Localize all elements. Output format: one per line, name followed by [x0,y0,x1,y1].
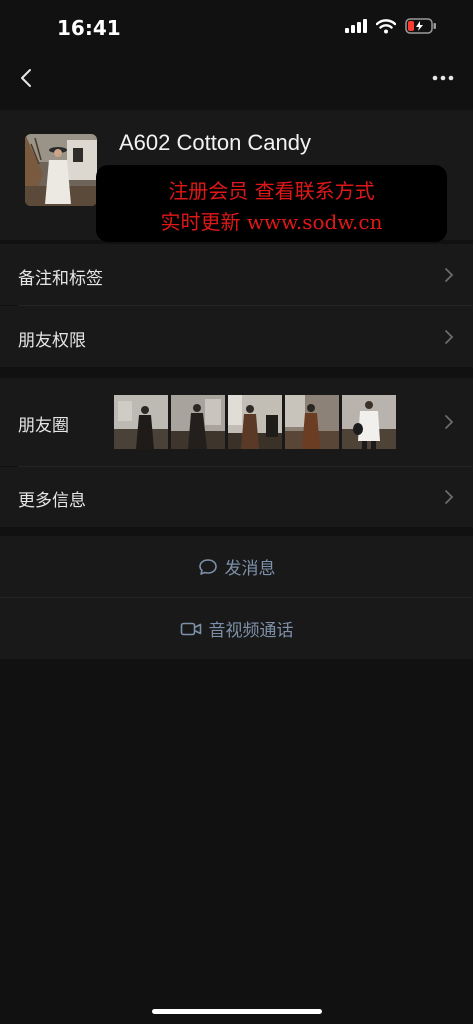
profile-header: A602 Cotton Candy 注册会员 查看联系方式 实时更新 www.s… [0,110,473,242]
home-indicator[interactable] [152,1009,322,1014]
chevron-right-icon [445,330,454,344]
status-icons [345,18,437,34]
back-button[interactable] [10,62,42,94]
send-message-label: 发消息 [224,559,276,579]
video-camera-icon [180,622,201,635]
signal-icon [345,19,367,33]
permissions-label: 朋友权限 [18,331,86,351]
moments-thumbnail [342,395,396,449]
watermark-banner: 注册会员 查看联系方式 实时更新 www.sodw.cn [96,165,447,242]
more-button[interactable] [427,62,459,94]
nav-bar [0,56,473,100]
moments-thumbnail [171,395,225,449]
chevron-right-icon [445,415,454,429]
more-info-label: 更多信息 [18,491,86,511]
video-call-button[interactable]: 音视频通话 [0,598,473,659]
profile-name: A602 Cotton Candy [119,130,312,155]
friend-permissions-row[interactable]: 朋友权限 [0,306,473,367]
more-icon [432,75,454,81]
watermark-line-1: 注册会员 查看联系方式 [168,179,375,203]
watermark-line-2: 实时更新 www.sodw.cn [160,210,383,234]
moments-thumbnails [114,395,396,449]
chevron-right-icon [445,490,454,504]
status-bar: 16:41 [0,0,473,56]
remarks-label: 备注和标签 [18,269,103,289]
chevron-right-icon [445,268,454,282]
video-call-label: 音视频通话 [208,621,294,641]
avatar[interactable] [25,134,97,206]
chat-bubble-icon [198,558,217,575]
moments-label: 朋友圈 [18,416,69,436]
moments-thumbnail [114,395,168,449]
remarks-and-tags-row[interactable]: 备注和标签 [0,244,473,305]
back-icon [21,69,31,87]
moments-thumbnail [285,395,339,449]
wifi-icon [376,18,396,33]
battery-icon [405,18,436,34]
moments-thumbnail [228,395,282,449]
send-message-button[interactable]: 发消息 [0,536,473,597]
moments-row[interactable]: 朋友圈 [0,378,473,466]
status-time: 16:41 [57,16,121,40]
more-info-row[interactable]: 更多信息 [0,467,473,527]
